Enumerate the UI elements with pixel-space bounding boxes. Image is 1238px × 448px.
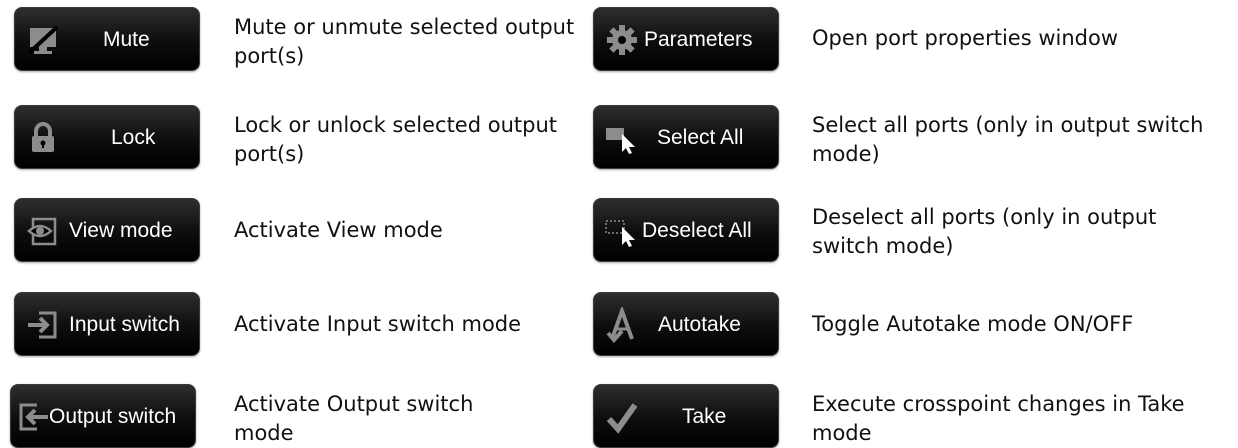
take-button[interactable]: Take <box>593 384 779 448</box>
mute-button-label: Mute <box>103 28 150 51</box>
select-all-button[interactable]: Select All <box>593 105 779 169</box>
mute-button[interactable]: Mute <box>14 7 200 71</box>
lock-button[interactable]: Lock <box>14 105 200 169</box>
autotake-icon <box>604 307 640 343</box>
lock-description: Lock or unlock selected output port(s) <box>234 113 557 166</box>
lock-button-label: Lock <box>111 126 156 149</box>
lock-icon <box>25 120 61 156</box>
autotake-description: Toggle Autotake mode ON/OFF <box>812 312 1134 336</box>
view-mode-button-label: View mode <box>69 219 173 242</box>
view-mode-description: Activate View mode <box>234 218 443 242</box>
take-description: Execute crosspoint changes in Take mode <box>812 392 1185 445</box>
output-switch-button-label: Output switch <box>49 405 177 428</box>
deselect-all-icon <box>604 213 640 249</box>
input-switch-description: Activate Input switch mode <box>234 312 522 336</box>
gear-icon <box>604 22 640 58</box>
autotake-button-label: Autotake <box>658 313 741 336</box>
checkmark-icon <box>604 399 640 435</box>
mute-icon <box>25 22 61 58</box>
input-switch-icon <box>25 307 61 343</box>
deselect-all-description: Deselect all ports (only in output switc… <box>812 205 1157 258</box>
eye-icon <box>25 213 61 249</box>
input-switch-button[interactable]: Input switch <box>14 292 200 356</box>
output-switch-button[interactable]: Output switch <box>10 384 196 448</box>
take-button-label: Take <box>682 405 727 428</box>
parameters-description: Open port properties window <box>812 26 1118 50</box>
input-switch-button-label: Input switch <box>69 313 180 336</box>
parameters-button[interactable]: Parameters <box>593 7 779 71</box>
mute-description: Mute or unmute selected output port(s) <box>234 15 575 68</box>
output-switch-description: Activate Output switch mode <box>234 392 474 445</box>
select-all-icon <box>604 120 640 156</box>
parameters-button-label: Parameters <box>644 28 753 51</box>
select-all-button-label: Select All <box>657 126 744 149</box>
select-all-description: Select all ports (only in output switch … <box>812 113 1204 166</box>
view-mode-button[interactable]: View mode <box>14 198 200 262</box>
output-switch-icon <box>15 399 51 435</box>
deselect-all-button-label: Deselect All <box>642 219 752 242</box>
autotake-button[interactable]: Autotake <box>593 292 779 356</box>
deselect-all-button[interactable]: Deselect All <box>593 198 779 262</box>
